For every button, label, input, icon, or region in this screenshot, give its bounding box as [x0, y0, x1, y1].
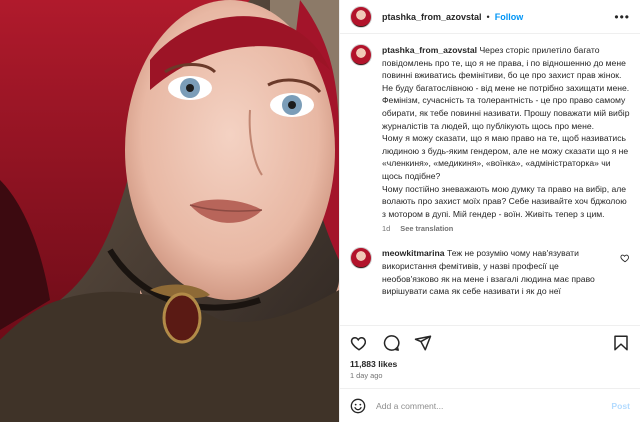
action-bar	[340, 325, 640, 359]
likes-count[interactable]: 11,883 likes	[340, 359, 640, 369]
post-photo[interactable]	[0, 0, 339, 422]
caption: ptashka_from_azovstal Через сторіс приле…	[350, 44, 630, 220]
comment-text: meowkitmarina Теж не розумію чому нав'яз…	[382, 247, 607, 297]
bookmark-icon[interactable]	[612, 334, 630, 352]
avatar[interactable]	[350, 44, 372, 66]
heart-icon[interactable]	[350, 334, 368, 352]
comment-input[interactable]	[376, 400, 612, 411]
see-translation-link[interactable]: See translation	[400, 224, 453, 233]
share-icon[interactable]	[414, 334, 432, 352]
follow-button[interactable]: Follow	[495, 12, 524, 22]
avatar[interactable]	[350, 247, 372, 270]
list-item: meowkitmarina Теж не розумію чому нав'яз…	[350, 247, 630, 297]
add-comment-bar: Post	[340, 388, 640, 422]
emoji-icon[interactable]	[350, 398, 366, 414]
post-sidebar: ptashka_from_azovstal • Follow ••• ptash…	[339, 0, 640, 422]
comments-area[interactable]: ptashka_from_azovstal Через сторіс приле…	[340, 34, 640, 325]
caption-body: Через сторіс прилетіло багато повідомлен…	[382, 45, 630, 219]
post-timestamp[interactable]: 1 day ago	[340, 369, 640, 388]
caption-age: 1d	[382, 224, 391, 234]
post-header: ptashka_from_azovstal • Follow •••	[340, 0, 640, 34]
instagram-post-view: ptashka_from_azovstal • Follow ••• ptash…	[0, 0, 640, 422]
comment-icon[interactable]	[382, 334, 400, 352]
caption-meta: 1d See translation	[382, 224, 630, 233]
comment-username[interactable]: meowkitmarina	[382, 248, 445, 258]
separator-dot: •	[486, 11, 490, 22]
caption-text: ptashka_from_azovstal Через сторіс приле…	[382, 44, 630, 220]
post-button[interactable]: Post	[611, 401, 630, 411]
caption-username[interactable]: ptashka_from_azovstal	[382, 45, 477, 55]
more-icon[interactable]: •••	[614, 10, 630, 24]
avatar[interactable]	[350, 5, 372, 28]
portrait-image	[0, 0, 339, 422]
author-username[interactable]: ptashka_from_azovstal	[382, 12, 482, 22]
heart-icon[interactable]	[620, 253, 630, 263]
